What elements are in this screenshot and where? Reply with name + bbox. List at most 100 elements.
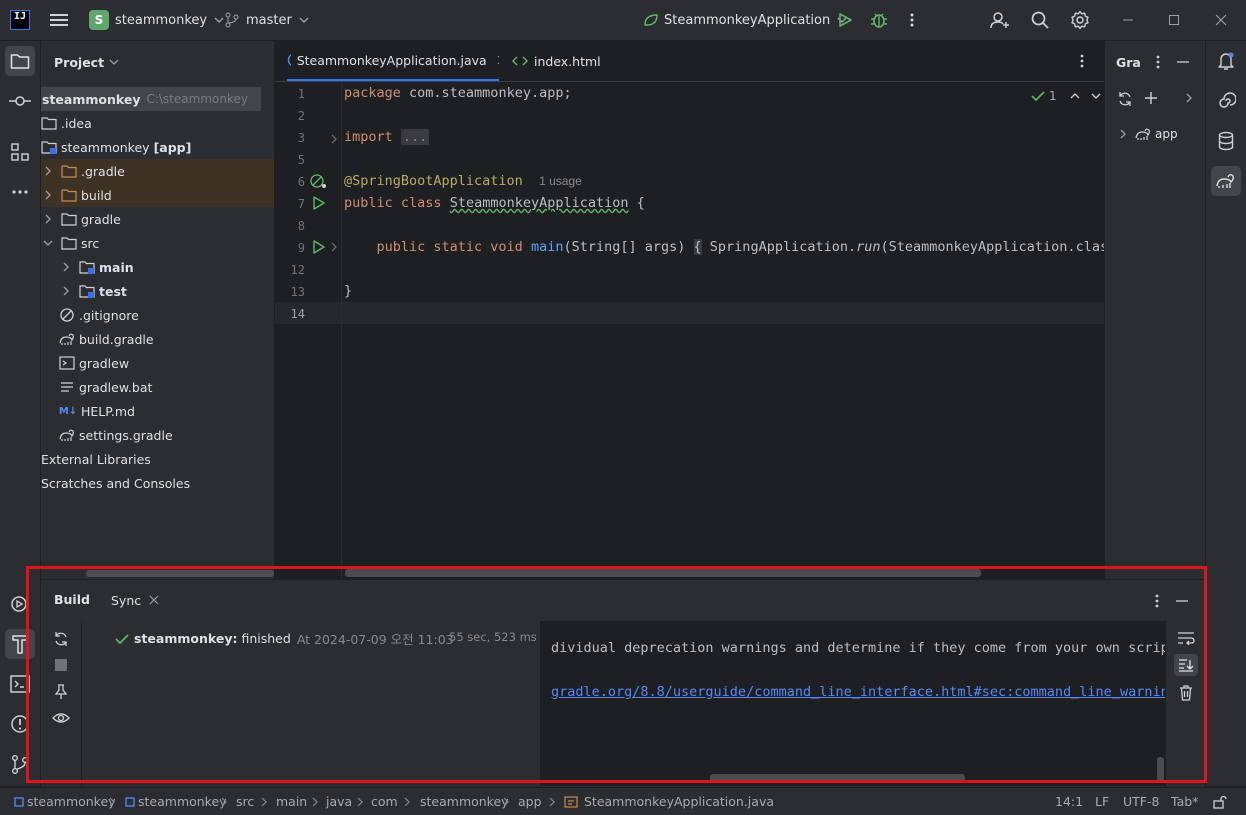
run-config-selector[interactable]: SteammonkeyApplication [642, 0, 849, 40]
tree-item-external-libraries[interactable]: External Libraries [41, 447, 274, 471]
chevron-down-icon[interactable] [1090, 91, 1102, 101]
fold-chevron-icon[interactable] [330, 134, 338, 144]
gradle-tree-item-app[interactable]: app [1119, 125, 1178, 143]
tree-item-build[interactable]: build [41, 183, 274, 207]
add-user-button[interactable] [990, 0, 1010, 40]
tree-item-gradlew[interactable]: gradlew [41, 351, 274, 375]
minimize-panel-icon[interactable] [1177, 60, 1189, 64]
tree-item-gradle-hidden[interactable]: .gradle [41, 159, 274, 183]
tree-item-main[interactable]: main [41, 255, 274, 279]
tab-index-html[interactable]: index.html [512, 41, 601, 81]
run-button[interactable] [837, 0, 853, 40]
search-button[interactable] [1031, 0, 1049, 40]
inspection-widget[interactable]: 1 [1031, 89, 1102, 103]
build-tool-button[interactable] [5, 629, 35, 659]
editor-horizontal-scrollbar[interactable] [345, 569, 981, 577]
tree-item-help-md[interactable]: M↓ HELP.md [41, 399, 274, 423]
tree-item-gradlew-bat[interactable]: gradlew.bat [41, 375, 274, 399]
project-selector[interactable]: S steammonkey [89, 0, 226, 40]
stop-icon[interactable] [55, 659, 67, 671]
breadcrumb-item[interactable]: steammonkey [14, 788, 116, 815]
settings-button[interactable] [1070, 0, 1090, 40]
services-tool-button[interactable] [5, 589, 35, 619]
tree-item-idea[interactable]: .idea [41, 111, 274, 135]
chevron-up-icon[interactable] [1069, 91, 1081, 101]
tree-item-build-gradle[interactable]: build.gradle [41, 327, 274, 351]
read-only-toggle[interactable] [1213, 788, 1227, 815]
console-vertical-scrollbar[interactable] [1157, 757, 1164, 782]
project-panel-title: Project [54, 54, 105, 70]
breadcrumb-item[interactable]: steammonkey [125, 788, 227, 815]
run-gutter-icon[interactable] [312, 240, 326, 254]
more-tools-button[interactable] [5, 177, 35, 207]
breadcrumb-item[interactable]: java [326, 788, 352, 815]
minimize-panel-icon[interactable] [1176, 599, 1188, 603]
commit-tool-button[interactable] [5, 86, 35, 116]
pin-icon[interactable] [54, 684, 68, 700]
project-tool-button[interactable] [5, 46, 35, 76]
usage-hint[interactable]: 1 usage [539, 174, 582, 188]
ai-assistant-button[interactable] [1211, 86, 1241, 116]
indent-setting[interactable]: Tab* [1171, 788, 1198, 815]
branch-selector[interactable]: master [224, 0, 311, 40]
fold-chevron-icon[interactable] [330, 242, 338, 252]
tree-item-module-steammonkey[interactable]: steammonkey [app] [41, 135, 274, 159]
tree-item-gitignore[interactable]: .gitignore [41, 303, 274, 327]
reload-icon[interactable] [1117, 91, 1133, 107]
spring-bean-icon[interactable] [310, 174, 328, 190]
soft-wrap-icon[interactable] [1177, 631, 1195, 645]
breadcrumb-item[interactable]: src [236, 788, 254, 815]
reload-icon[interactable] [53, 631, 69, 647]
breadcrumb-item[interactable]: com [371, 788, 398, 815]
more-vertical-icon[interactable] [1154, 593, 1160, 609]
build-console-output[interactable]: dividual deprecation warnings and determ… [540, 621, 1165, 786]
app-logo[interactable]: IJ [10, 0, 30, 40]
tree-item-scratches[interactable]: Scratches and Consoles [41, 471, 274, 495]
trash-icon[interactable] [1179, 685, 1193, 701]
console-horizontal-scrollbar[interactable] [710, 774, 965, 782]
breadcrumb-item[interactable]: SteammonkeyApplication.java [564, 788, 774, 815]
breadcrumb-item[interactable]: steammonkey [420, 788, 509, 815]
tree-item-test[interactable]: test [41, 279, 274, 303]
run-gutter-icon[interactable] [312, 196, 326, 210]
git-tool-button[interactable] [5, 749, 35, 779]
gradle-tool-button[interactable] [1211, 166, 1241, 196]
tree-root-steammonkey[interactable]: steammonkey C:\steammonkey [41, 87, 261, 111]
add-icon[interactable] [1144, 91, 1158, 105]
project-view-selector[interactable]: Project [54, 51, 120, 73]
eye-icon[interactable] [52, 711, 70, 725]
tab-steammonkey-application[interactable]: SteammonkeyApplication.java [287, 41, 499, 81]
debug-button[interactable] [870, 0, 888, 40]
maximize-button[interactable] [1168, 0, 1180, 40]
minimize-button[interactable] [1122, 0, 1134, 40]
main-menu-icon[interactable] [50, 0, 68, 40]
breadcrumb-item[interactable]: main [276, 788, 307, 815]
tab-sync[interactable]: Sync [111, 588, 159, 612]
caret-position[interactable]: 14:1 [1055, 788, 1083, 815]
tree-item-gradle[interactable]: gradle [41, 207, 274, 231]
build-result-row[interactable]: steammonkey: finished At 2024-07-09 오전 1… [115, 629, 454, 648]
breadcrumb-item[interactable]: app [518, 788, 542, 815]
line-separator[interactable]: LF [1095, 788, 1109, 815]
tree-item-settings-gradle[interactable]: settings.gradle [41, 423, 274, 447]
close-tab-icon[interactable] [497, 55, 499, 65]
editor-tab-options-button[interactable] [1079, 41, 1085, 81]
code-editor[interactable]: package com.steammonkey.app; import ... … [342, 82, 1104, 578]
more-actions-button[interactable] [908, 0, 916, 40]
horizontal-scrollbar[interactable] [86, 570, 274, 577]
notifications-button[interactable] [1211, 46, 1241, 76]
chevron-right-icon[interactable] [1185, 93, 1193, 103]
terminal-tool-button[interactable] [5, 669, 35, 699]
console-link[interactable]: gradle.org/8.8/userguide/command_line_in… [551, 684, 1165, 700]
scroll-to-end-button[interactable] [1174, 654, 1198, 676]
close-window-button[interactable] [1215, 0, 1227, 40]
structure-tool-button[interactable] [5, 137, 35, 167]
tree-item-src[interactable]: src [41, 231, 274, 255]
file-encoding[interactable]: UTF-8 [1123, 788, 1159, 815]
close-tab-icon[interactable] [149, 595, 159, 605]
editor-tab-bar: SteammonkeyApplication.java index.html [275, 41, 1104, 82]
folded-imports[interactable]: ... [400, 129, 430, 145]
problems-tool-button[interactable] [5, 709, 35, 739]
database-button[interactable] [1211, 126, 1241, 156]
more-vertical-icon[interactable] [1155, 54, 1161, 70]
